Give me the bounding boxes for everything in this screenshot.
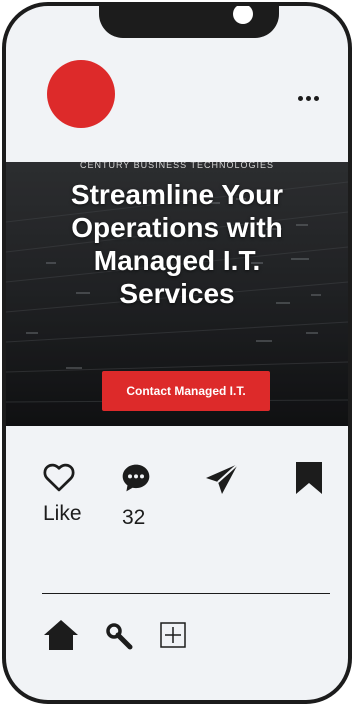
bottom-nav	[6, 616, 348, 656]
home-icon[interactable]	[42, 618, 80, 657]
headline-line: Managed I.T.	[93, 245, 261, 276]
phone-frame: CENTURY BUSINESS TECHNOLOGIES Streamline…	[2, 2, 352, 704]
search-icon[interactable]	[105, 622, 133, 655]
send-icon[interactable]	[204, 462, 240, 501]
post-eyebrow: CENTURY BUSINESS TECHNOLOGIES	[79, 162, 275, 170]
heart-icon[interactable]	[42, 462, 76, 497]
more-dots-icon[interactable]	[298, 96, 319, 101]
chat-bubble-icon[interactable]	[120, 462, 152, 499]
headline-line: Streamline Your	[70, 179, 284, 210]
headline-line: Services	[119, 278, 235, 309]
post-actions: Like 32	[6, 452, 348, 542]
bookmark-icon[interactable]	[294, 462, 324, 499]
post-headline: Streamline Your Operations with Managed …	[6, 178, 348, 310]
like-label: Like	[43, 502, 82, 525]
divider	[42, 593, 330, 594]
contact-managed-it-button[interactable]: Contact Managed I.T.	[102, 371, 270, 411]
add-box-icon[interactable]	[160, 622, 186, 653]
avatar[interactable]	[47, 60, 115, 128]
headline-line: Operations with	[71, 212, 283, 243]
post-image: CENTURY BUSINESS TECHNOLOGIES Streamline…	[6, 162, 348, 426]
comment-count: 32	[122, 506, 146, 529]
phone-notch	[99, 6, 279, 38]
camera-icon	[233, 6, 253, 24]
